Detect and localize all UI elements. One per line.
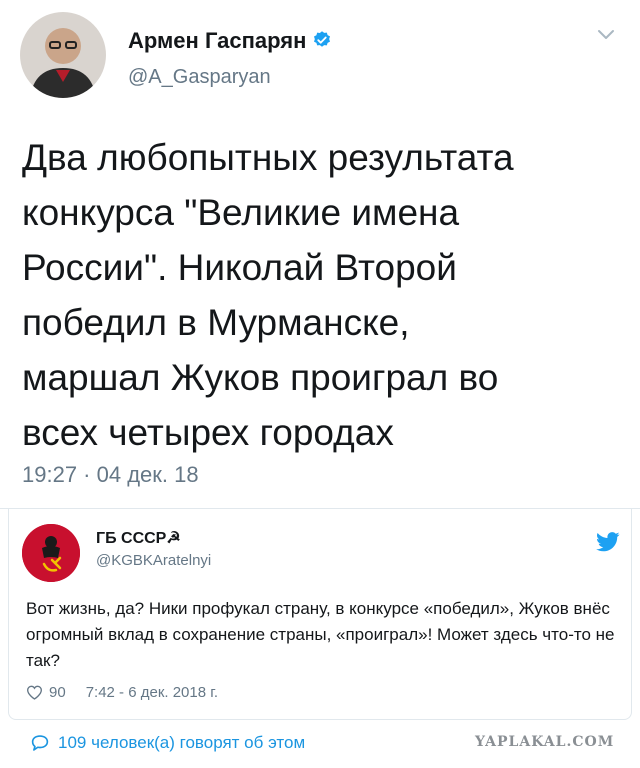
reply-text: Вот жизнь, да? Ники профукал страну, в к… xyxy=(26,599,615,670)
site-watermark: YAPLAKAL.COM xyxy=(475,734,615,750)
reply-timestamp[interactable]: 7:42 - 6 дек. 2018 г. xyxy=(86,684,218,701)
tweet-timestamp[interactable]: 19:27 · 04 дек. 18 xyxy=(22,462,199,488)
heart-icon[interactable] xyxy=(26,685,43,700)
conversation-count-label[interactable]: 109 человек(а) говорят об этом xyxy=(58,733,305,753)
author-name-text[interactable]: Армен Гаспарян xyxy=(128,28,306,53)
chevron-down-icon[interactable] xyxy=(594,22,618,46)
reply-meta: 90 7:42 - 6 дек. 2018 г. xyxy=(26,684,218,701)
tweet-text: Два любопытных результата конкурса "Вели… xyxy=(22,137,514,453)
twitter-bird-icon[interactable] xyxy=(596,532,620,552)
author-name[interactable]: Армен Гаспарян xyxy=(128,28,332,54)
like-count[interactable]: 90 xyxy=(49,684,66,701)
author-handle[interactable]: @A_Gasparyan xyxy=(128,66,271,89)
author-avatar[interactable] xyxy=(20,12,106,98)
verified-badge-icon xyxy=(314,31,331,47)
reply-author-avatar[interactable] xyxy=(22,524,80,582)
conversation-link[interactable]: 109 человек(а) говорят об этом xyxy=(30,733,305,753)
comment-bubble-icon xyxy=(31,735,49,751)
reply-author-handle[interactable]: @KGBKAratelnyi xyxy=(96,552,211,569)
reply-author-name[interactable]: ГБ СССР☭ xyxy=(96,528,181,548)
